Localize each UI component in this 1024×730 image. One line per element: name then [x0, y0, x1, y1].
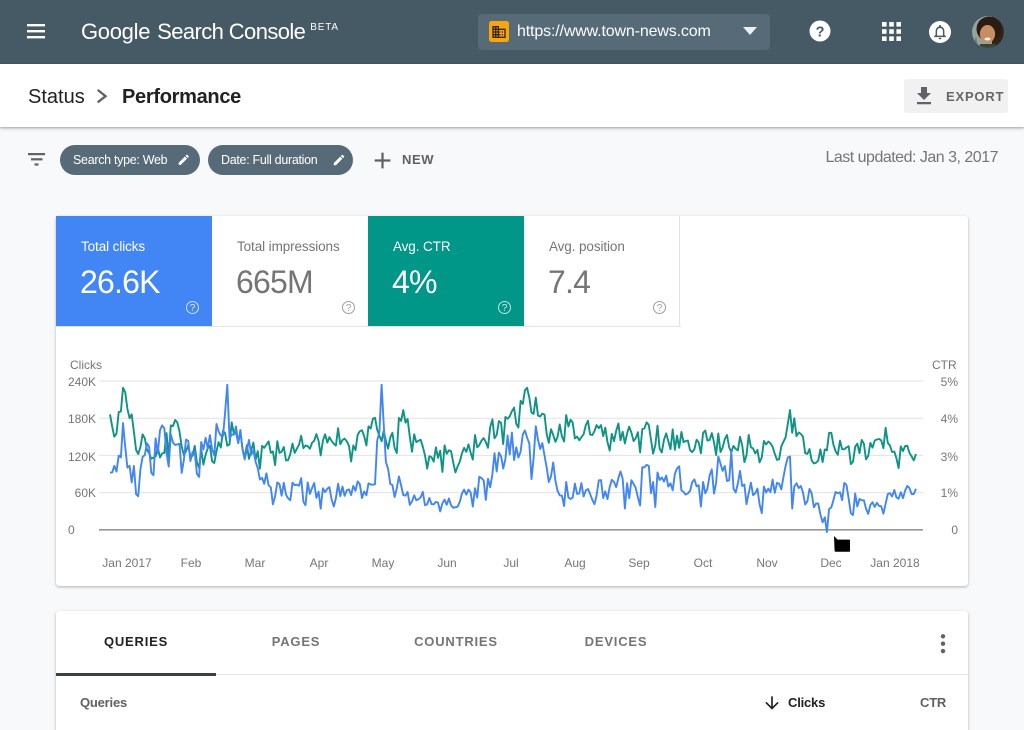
svg-text:?: ? — [816, 25, 825, 41]
